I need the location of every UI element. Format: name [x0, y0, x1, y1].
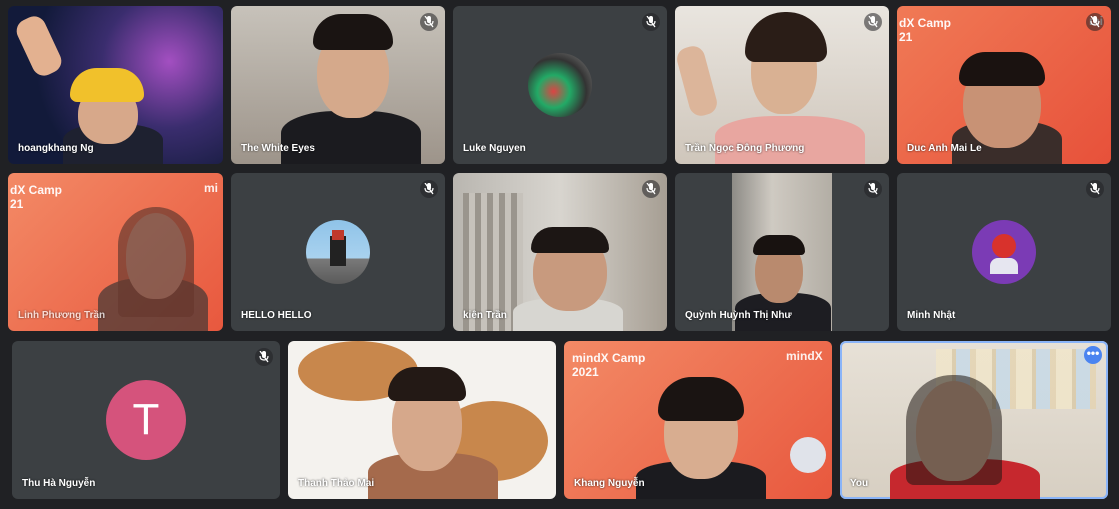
- participant-video: [453, 173, 667, 331]
- mic-off-icon: [420, 180, 438, 198]
- participant-tile[interactable]: Trần Ngọc Đông Phương: [675, 6, 889, 164]
- avatar: [528, 53, 592, 117]
- participant-tile[interactable]: The White Eyes: [231, 6, 445, 164]
- participant-tile[interactable]: T Thu Hà Nguyễn: [12, 341, 280, 499]
- participant-name: Trần Ngọc Đông Phương: [685, 143, 805, 154]
- participant-name: Thanh Thảo Mai: [298, 478, 375, 489]
- more-options-icon[interactable]: •••: [1084, 346, 1102, 364]
- participant-video: [8, 6, 223, 164]
- mic-off-icon: [420, 13, 438, 31]
- mic-off-icon: [642, 13, 660, 31]
- participant-video: [675, 173, 889, 331]
- participant-video: [897, 6, 1111, 164]
- mic-off-icon: [864, 13, 882, 31]
- participant-name: HELLO HELLO: [241, 310, 312, 321]
- participant-video: [840, 341, 1108, 499]
- participant-tile[interactable]: mindX Camp 2021 mindX Khang Nguyễn: [564, 341, 832, 499]
- mic-off-icon: [1086, 180, 1104, 198]
- participant-name: The White Eyes: [241, 143, 315, 154]
- mic-off-icon: [642, 180, 660, 198]
- avatar: [306, 220, 370, 284]
- participant-tile[interactable]: dX Camp 21 mi Duc Anh Mai Le: [897, 6, 1111, 164]
- participant-tile[interactable]: kiên Trần: [453, 173, 667, 331]
- participant-name: Thu Hà Nguyễn: [22, 478, 96, 489]
- participant-tile[interactable]: ••• You: [840, 341, 1108, 499]
- participant-name: Minh Nhật: [907, 310, 956, 321]
- participant-name: hoangkhang Ng: [18, 143, 94, 154]
- participant-name: Luke Nguyen: [463, 143, 526, 154]
- mic-off-icon: [255, 348, 273, 366]
- mic-off-icon: [1086, 13, 1104, 31]
- participant-name: Duc Anh Mai Le: [907, 143, 982, 154]
- avatar-initial: T: [132, 395, 160, 444]
- participant-tile[interactable]: Quỳnh Huỳnh Thị Như: [675, 173, 889, 331]
- participant-name: Linh Phương Trần: [18, 310, 106, 321]
- avatar: [972, 220, 1036, 284]
- participant-name: Quỳnh Huỳnh Thị Như: [685, 310, 792, 321]
- participant-tile[interactable]: Thanh Thảo Mai: [288, 341, 556, 499]
- participant-name: Khang Nguyễn: [574, 478, 645, 489]
- mic-off-icon: [864, 180, 882, 198]
- participant-video: [231, 6, 445, 164]
- participant-name: kiên Trần: [463, 310, 507, 321]
- participant-tile[interactable]: hoangkhang Ng: [8, 6, 223, 164]
- participant-tile[interactable]: Luke Nguyen: [453, 6, 667, 164]
- avatar: T: [106, 380, 186, 460]
- participant-tile[interactable]: Minh Nhật: [897, 173, 1111, 331]
- participant-video: [564, 341, 832, 499]
- participant-tile[interactable]: HELLO HELLO: [231, 173, 445, 331]
- participant-video: [8, 173, 223, 331]
- participant-name: You: [850, 478, 869, 489]
- participant-video: [675, 6, 889, 164]
- participant-video: [288, 341, 556, 499]
- participant-tile[interactable]: dX Camp 21 mi Linh Phương Trần: [8, 173, 223, 331]
